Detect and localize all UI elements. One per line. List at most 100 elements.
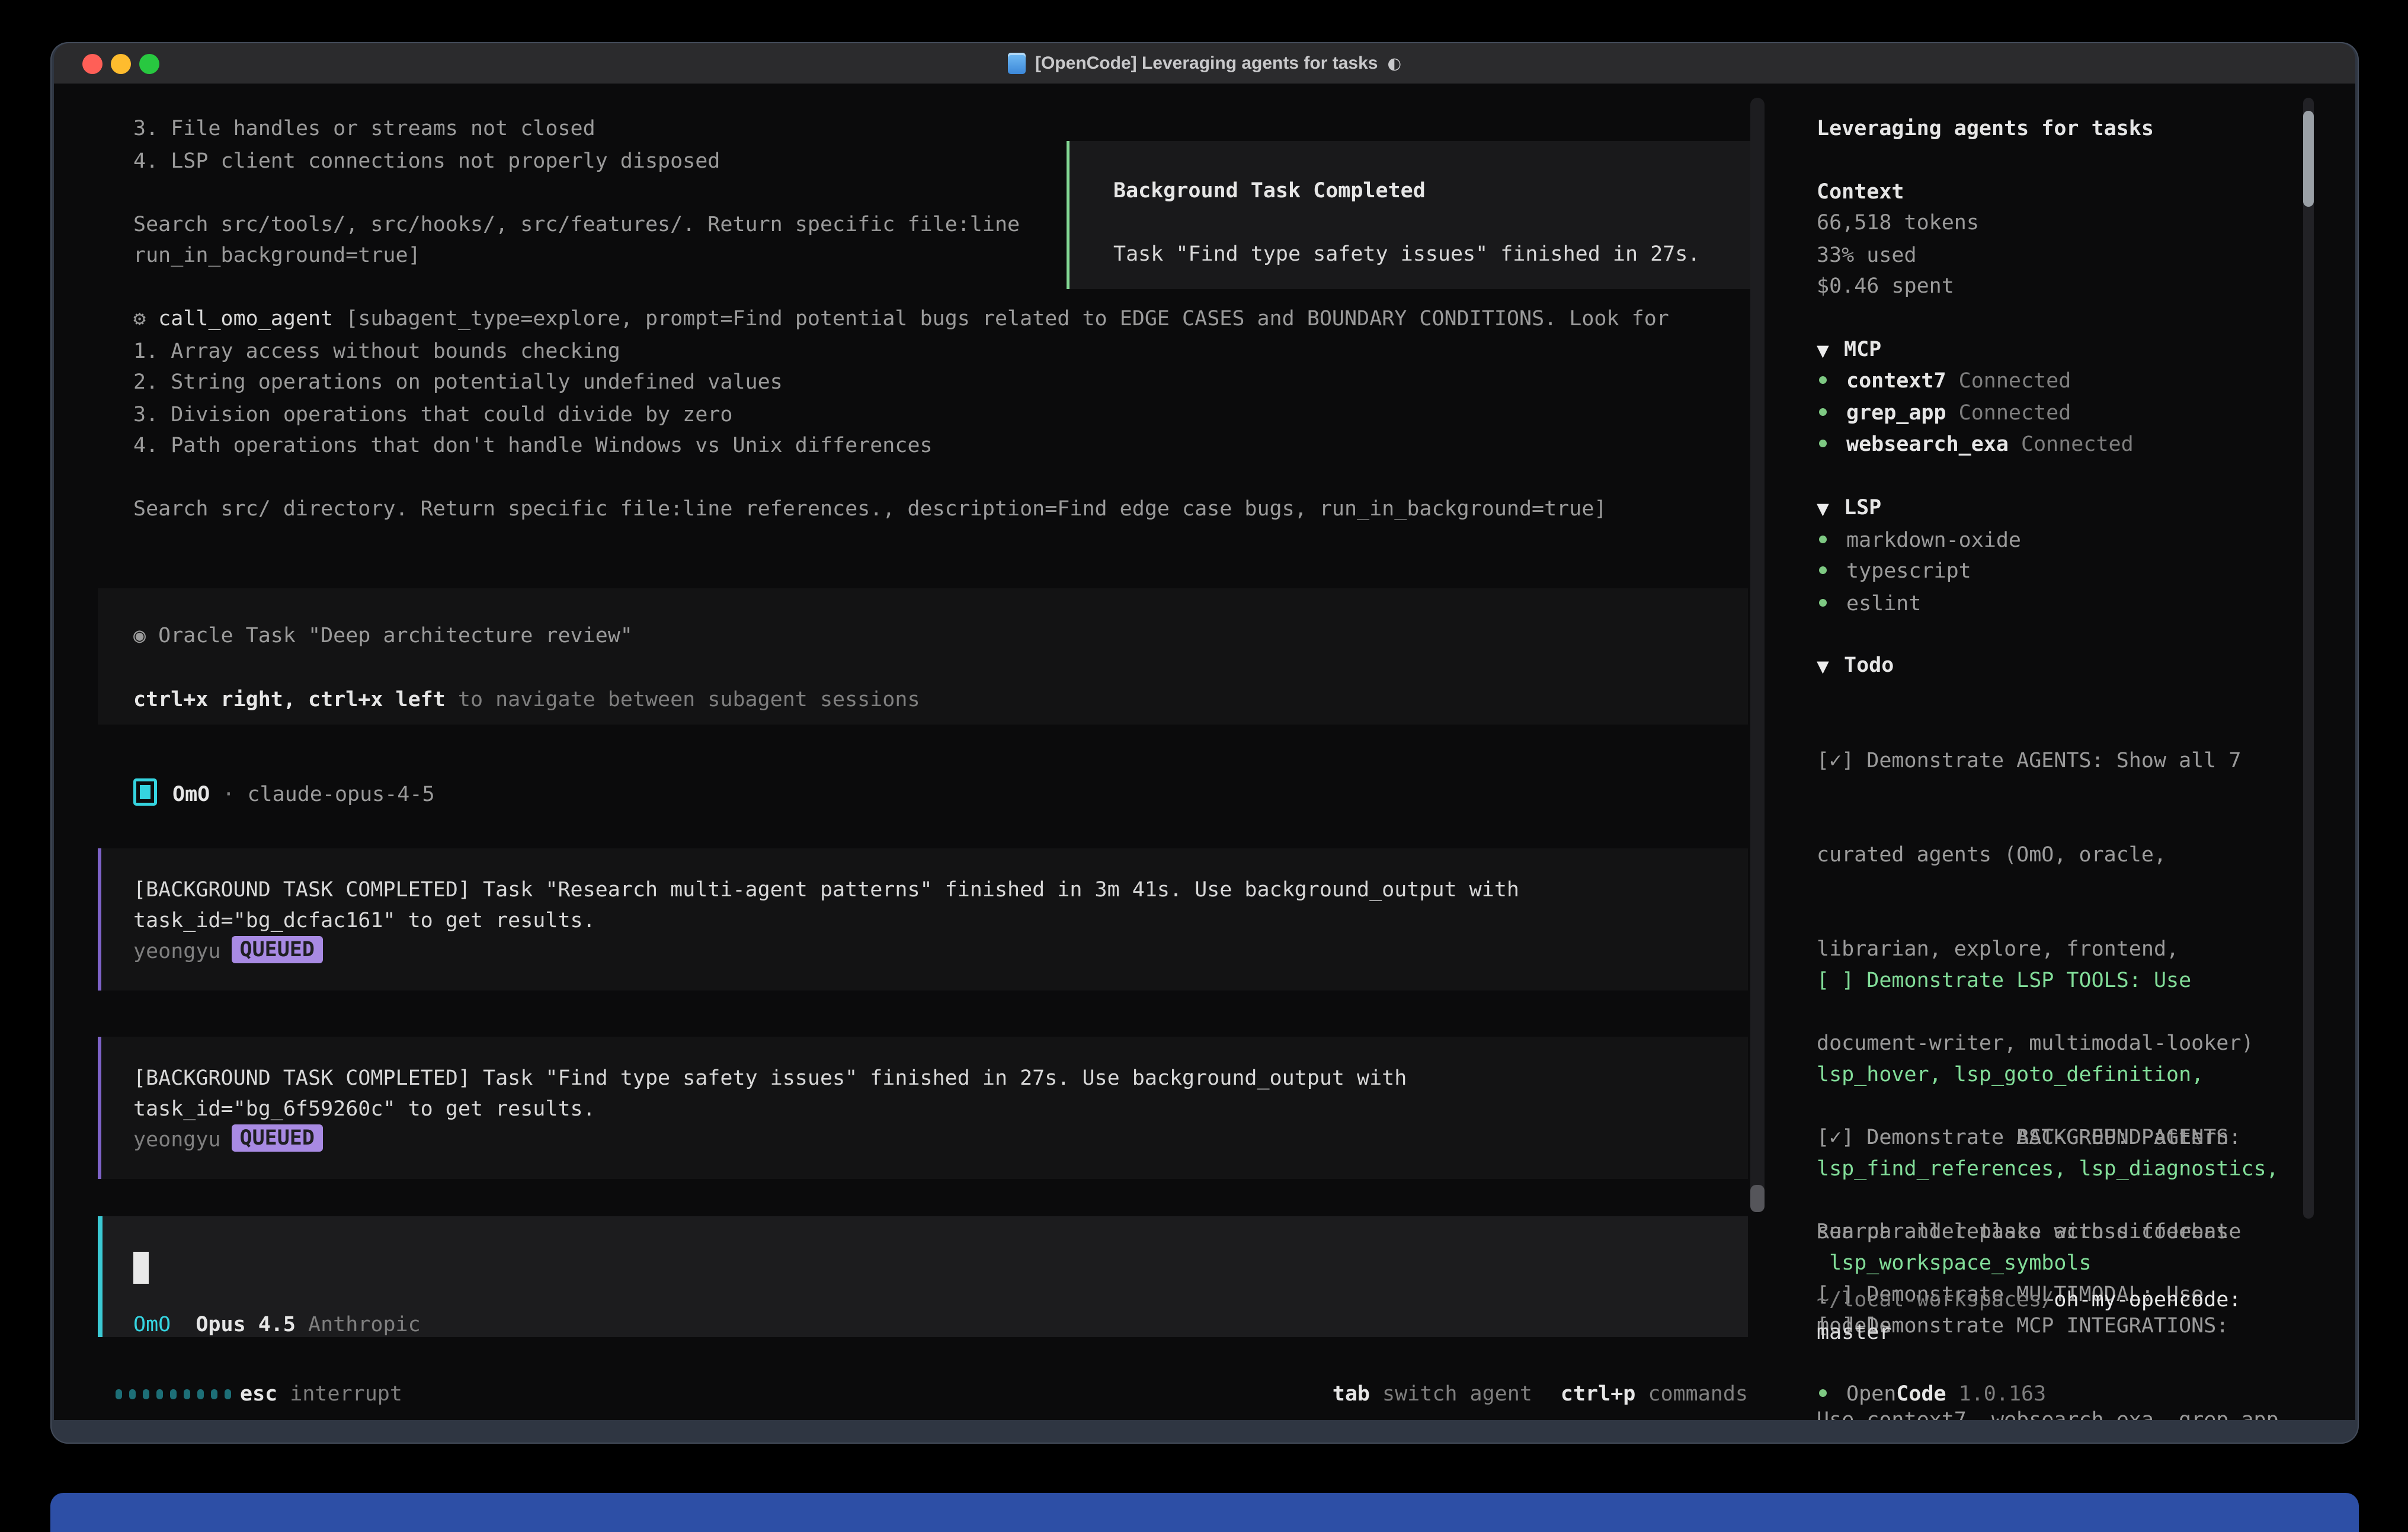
mcp-status: Connected bbox=[2009, 432, 2134, 456]
gear-icon: ⚙ bbox=[133, 307, 146, 331]
oracle-task-card[interactable]: ◉ Oracle Task "Deep architecture review"… bbox=[98, 588, 1748, 725]
version-name-dim: Open bbox=[1846, 1382, 1896, 1406]
status-dot-icon bbox=[1819, 536, 1827, 543]
lsp-item: eslint bbox=[1817, 588, 1921, 620]
lsp-name: typescript bbox=[1846, 559, 1971, 583]
message-author: yeongyu bbox=[133, 940, 221, 963]
document-icon bbox=[1008, 53, 1026, 74]
context-spent: $0.46 spent bbox=[1817, 271, 1954, 302]
agent-separator: · bbox=[210, 783, 247, 806]
lsp-section-header[interactable]: ▼LSP bbox=[1817, 492, 1881, 524]
lsp-name: markdown-oxide bbox=[1846, 528, 2021, 552]
record-icon: ◉ bbox=[133, 624, 146, 648]
context-tokens: 66,518 tokens bbox=[1817, 207, 1979, 239]
message-line: [BACKGROUND TASK COMPLETED] Task "Resear… bbox=[133, 874, 1519, 906]
activity-dot bbox=[129, 1389, 136, 1399]
lsp-item: markdown-oxide bbox=[1817, 525, 2021, 556]
statusbar-shortcuts: tab switch agent ctrl+p commands bbox=[1333, 1379, 1748, 1410]
activity-dot bbox=[116, 1389, 122, 1399]
lsp-name: eslint bbox=[1846, 592, 1921, 616]
lsp-heading: LSP bbox=[1844, 496, 1881, 520]
tool-call-tail-line: Search src/ directory. Return specific f… bbox=[133, 493, 1606, 525]
todo-section-header[interactable]: ▼Todo bbox=[1817, 650, 1894, 681]
mcp-section-header[interactable]: ▼MCP bbox=[1817, 334, 1881, 366]
commands-label: commands bbox=[1635, 1382, 1748, 1406]
message-author: yeongyu bbox=[133, 1128, 221, 1152]
tool-call-list-line: 3. Division operations that could divide… bbox=[133, 399, 732, 431]
opencode-window: [OpenCode] Leveraging agents for tasks◐ … bbox=[50, 42, 2359, 1444]
input-provider-name: Anthropic bbox=[296, 1313, 421, 1337]
tool-call-list-line: 2. String operations on potentially unde… bbox=[133, 367, 783, 398]
tool-call-name: call_omo_agent bbox=[158, 307, 333, 331]
activity-dot bbox=[211, 1389, 217, 1399]
tab-label: switch agent bbox=[1370, 1382, 1532, 1406]
message-line: [BACKGROUND TASK COMPLETED] Task "Find t… bbox=[133, 1063, 1407, 1094]
omo-agent-icon-fill bbox=[140, 785, 150, 799]
status-dot-icon bbox=[1819, 1389, 1827, 1397]
chat-scrollbar-thumb[interactable] bbox=[1750, 1185, 1765, 1212]
titlebar[interactable]: [OpenCode] Leveraging agents for tasks◐ bbox=[54, 43, 2355, 85]
esc-key: esc bbox=[240, 1382, 277, 1406]
workspace-branch: master bbox=[1817, 1317, 1891, 1348]
activity-dot bbox=[156, 1389, 163, 1399]
status-dot-icon bbox=[1819, 440, 1827, 447]
agent-name: OmO bbox=[172, 783, 210, 806]
workspace-prefix: ~/local-workspaces/ bbox=[1817, 1288, 2054, 1312]
mcp-item: context7 Connected bbox=[1817, 366, 2071, 397]
version-name-bold: Code bbox=[1896, 1382, 1946, 1406]
todo-line: [✓] Demonstrate AGENTS: Show all 7 bbox=[1817, 745, 2254, 777]
hint-rest: to navigate between subagent sessions bbox=[446, 688, 920, 711]
todo-line: [ ] Demonstrate AST-GREP: Pattern bbox=[1817, 1122, 2279, 1153]
status-dot-icon bbox=[1819, 566, 1827, 574]
text-cursor bbox=[133, 1252, 149, 1284]
oracle-task-hint: ctrl+x right, ctrl+x left to navigate be… bbox=[133, 684, 920, 716]
toast-body: Task "Find type safety issues" finished … bbox=[1113, 239, 1700, 270]
status-dot-icon bbox=[1819, 376, 1827, 384]
tab-key: tab bbox=[1333, 1382, 1370, 1406]
todo-heading: Todo bbox=[1844, 653, 1894, 677]
workspace-repo: oh-my-opencode: bbox=[2054, 1288, 2241, 1312]
model-selector[interactable]: OmO Opus 4.5 Anthropic bbox=[133, 1309, 421, 1341]
activity-dots bbox=[116, 1389, 231, 1399]
message-line: task_id="bg_6f59260c" to get results. bbox=[133, 1094, 595, 1125]
agent-model: claude-opus-4-5 bbox=[247, 783, 434, 806]
input-agent-name: OmO bbox=[133, 1313, 171, 1337]
activity-dot bbox=[197, 1389, 204, 1399]
mcp-name: context7 bbox=[1846, 369, 1946, 393]
sidebar-scrollbar-thumb[interactable] bbox=[2303, 111, 2314, 207]
mcp-item: websearch_exa Connected bbox=[1817, 429, 2134, 460]
background-task-message: [BACKGROUND TASK COMPLETED] Task "Find t… bbox=[98, 1037, 1748, 1179]
terminal-content: 3. File handles or streams not closed 4.… bbox=[54, 84, 2355, 1420]
commands-key: ctrl+p bbox=[1561, 1382, 1635, 1406]
todo-line: [ ] Demonstrate LSP TOOLS: Use bbox=[1817, 965, 2279, 996]
input-model-name: Opus 4.5 bbox=[171, 1313, 296, 1337]
sidebar-scrollbar-track[interactable] bbox=[2303, 98, 2314, 1219]
prompt-input[interactable]: OmO Opus 4.5 Anthropic bbox=[98, 1216, 1748, 1337]
window-title-group: [OpenCode] Leveraging agents for tasks◐ bbox=[54, 43, 2355, 84]
message-meta: yeongyu QUEUED bbox=[133, 936, 323, 967]
workspace-path: ~/local-workspaces/oh-my-opencode: bbox=[1817, 1284, 2241, 1316]
tool-call-line: ⚙ call_omo_agent [subagent_type=explore,… bbox=[133, 303, 1669, 335]
version-row: OpenCode 1.0.163 bbox=[1817, 1379, 2046, 1410]
background-task-toast: Background Task Completed Task "Find typ… bbox=[1067, 141, 1762, 289]
session-title: Leveraging agents for tasks bbox=[1817, 113, 2154, 145]
tool-call-list-line: 1. Array access without bounds checking bbox=[133, 336, 620, 367]
agent-header: OmO · claude-opus-4-5 bbox=[133, 778, 435, 810]
omo-agent-icon bbox=[133, 778, 157, 806]
terminal-line: Search src/tools/, src/hooks/, src/featu… bbox=[133, 209, 1020, 241]
activity-dot bbox=[170, 1389, 177, 1399]
message-meta: yeongyuQUEUED bbox=[133, 1124, 323, 1156]
status-badge: QUEUED bbox=[232, 936, 323, 963]
status-dot-icon bbox=[1819, 408, 1827, 416]
oracle-task-label: ◉ Oracle Task "Deep architecture review" bbox=[133, 620, 633, 652]
status-dot-icon bbox=[1819, 599, 1827, 607]
hint-keys: ctrl+x right, ctrl+x left bbox=[133, 688, 446, 711]
collapse-triangle-icon: ▼ bbox=[1817, 651, 1844, 682]
chat-scrollbar-track[interactable] bbox=[1750, 98, 1765, 1212]
mcp-name: websearch_exa bbox=[1846, 432, 2009, 456]
toast-title: Background Task Completed bbox=[1113, 175, 1426, 207]
esc-label: interrupt bbox=[277, 1382, 402, 1406]
mcp-status: Connected bbox=[1946, 369, 2071, 393]
activity-dot bbox=[225, 1389, 231, 1399]
half-moon-icon: ◐ bbox=[1387, 55, 1401, 73]
